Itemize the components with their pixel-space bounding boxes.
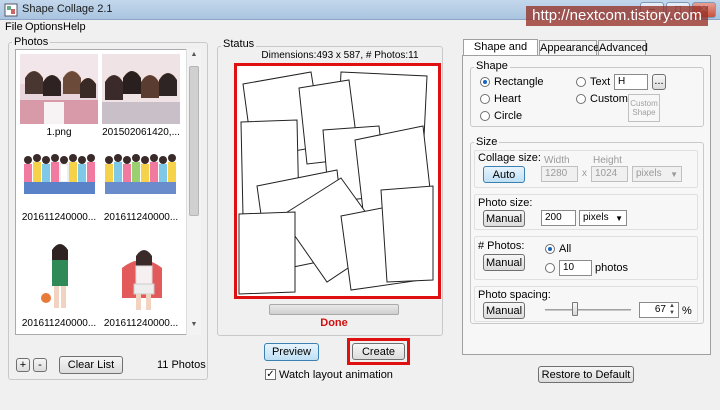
- collage-width-input[interactable]: 1280: [541, 166, 578, 182]
- photo-size-manual-button[interactable]: Manual: [483, 210, 525, 227]
- collage-height-input[interactable]: 1024: [591, 166, 628, 182]
- dimensions-text: Dimensions:493 x 587, # Photos:11: [261, 50, 419, 61]
- restore-default-button[interactable]: Restore to Default: [538, 366, 634, 383]
- num-photos-count-radio[interactable]: [545, 263, 555, 273]
- shape-circle-label: Circle: [494, 110, 523, 122]
- spacing-spinner-icon[interactable]: ▲ ▼: [669, 303, 678, 317]
- photo-thumbnail[interactable]: [20, 238, 98, 318]
- photo-label: 201611240000...: [21, 212, 97, 223]
- photo-image: [102, 150, 180, 205]
- shape-text-radio[interactable]: [576, 77, 586, 87]
- photo-image: [102, 54, 180, 124]
- app-icon: [4, 3, 18, 17]
- spacing-unit: %: [682, 305, 692, 317]
- tab-advanced[interactable]: Advanced: [598, 40, 648, 55]
- scroll-thumb[interactable]: [189, 66, 199, 216]
- custom-shape-box[interactable]: Custom Shape: [628, 94, 660, 122]
- shape-circle-radio[interactable]: [480, 111, 490, 121]
- photo-thumbnail[interactable]: [102, 150, 180, 205]
- num-photos-unit: photos: [595, 262, 629, 274]
- watch-animation-checkbox[interactable]: ✓: [265, 369, 276, 380]
- photo-image: [20, 238, 98, 318]
- num-photos-all-radio[interactable]: [545, 244, 555, 254]
- photo-list[interactable]: 1.png 201502061420,... 201611240000... 2…: [15, 49, 201, 335]
- spacing-label: Photo spacing:: [478, 289, 551, 301]
- shape-custom-radio[interactable]: [576, 94, 586, 104]
- add-photo-button[interactable]: +: [16, 358, 30, 372]
- collage-unit-value: pixels: [636, 168, 662, 179]
- create-button[interactable]: Create: [352, 343, 405, 360]
- spacing-slider-track[interactable]: [545, 309, 631, 311]
- spacing-manual-button[interactable]: Manual: [483, 302, 525, 319]
- photos-group-label: Photos: [12, 36, 51, 48]
- photo-thumbnail[interactable]: [20, 54, 98, 124]
- size-group-label: Size: [474, 136, 500, 148]
- num-photos-manual-button[interactable]: Manual: [483, 254, 525, 271]
- photo-image: [102, 238, 180, 318]
- tab-appearance[interactable]: Appearance: [539, 40, 599, 55]
- scroll-down-icon[interactable]: ▼: [189, 321, 199, 331]
- photo-image: [20, 54, 98, 124]
- photo-list-scrollbar[interactable]: ▲ ▼: [186, 49, 201, 335]
- window-title: Shape Collage 2.1: [22, 3, 113, 15]
- chevron-down-icon: ▼: [670, 170, 678, 179]
- shape-rectangle-label: Rectangle: [494, 76, 544, 88]
- photo-size-unit-value: pixels: [583, 212, 609, 223]
- collage-preview: [234, 63, 441, 299]
- chevron-down-icon: ▼: [615, 214, 623, 223]
- photo-thumbnail[interactable]: [102, 54, 180, 124]
- size-times-label: x: [582, 168, 587, 179]
- scroll-up-icon[interactable]: ▲: [189, 51, 199, 61]
- tab-shape-and-size[interactable]: Shape and Size: [463, 39, 538, 67]
- shape-heart-label: Heart: [494, 93, 521, 105]
- watermark: http://nextcom.tistory.com: [526, 6, 708, 26]
- collage-size-label: Collage size:: [478, 152, 541, 164]
- photo-size-input[interactable]: 200: [541, 210, 576, 226]
- photo-label: 201502061420,...: [102, 127, 180, 138]
- photo-size-unit-select[interactable]: pixels ▼: [579, 210, 627, 226]
- preview-button[interactable]: Preview: [264, 343, 319, 361]
- photo-thumbnail[interactable]: [20, 150, 98, 205]
- progress-bar: [269, 304, 399, 315]
- num-photos-input[interactable]: 10: [559, 260, 592, 276]
- shape-rectangle-radio[interactable]: [480, 77, 490, 87]
- shape-custom-label: Custom: [590, 93, 628, 105]
- photo-size-label: Photo size:: [478, 197, 533, 209]
- shape-group-label: Shape: [474, 60, 510, 72]
- collage-auto-button[interactable]: Auto: [483, 166, 525, 183]
- menu-help[interactable]: Help: [63, 21, 86, 33]
- menu-file[interactable]: File: [5, 21, 23, 33]
- photo-count: 11 Photos: [157, 359, 206, 371]
- num-photos-all-label: All: [559, 243, 572, 255]
- shape-text-browse-button[interactable]: ...: [652, 74, 666, 90]
- photo-label: 201611240000...: [103, 212, 179, 223]
- photo-thumbnail[interactable]: [102, 238, 180, 318]
- num-photos-label: # Photos:: [478, 240, 525, 252]
- clear-list-button[interactable]: Clear List: [59, 356, 123, 374]
- shape-text-input[interactable]: H: [614, 74, 648, 90]
- menu-options[interactable]: Options: [25, 21, 63, 33]
- width-label: Width: [544, 155, 570, 166]
- status-group-label: Status: [221, 38, 257, 50]
- spacing-slider-thumb[interactable]: [572, 302, 578, 316]
- status-done-text: Done: [320, 317, 348, 329]
- height-label: Height: [593, 155, 622, 166]
- collage-preview-shapes: [238, 71, 434, 295]
- collage-unit-select[interactable]: pixels ▼: [632, 166, 682, 182]
- watch-animation-label: Watch layout animation: [279, 369, 393, 381]
- shape-text-label: Text: [590, 76, 611, 88]
- photo-label: 1.png: [46, 127, 72, 138]
- shape-heart-radio[interactable]: [480, 94, 490, 104]
- photo-image: [20, 150, 98, 205]
- photo-label: 201611240000...: [103, 318, 179, 329]
- remove-photo-button[interactable]: -: [33, 358, 47, 372]
- photo-label: 201611240000...: [21, 318, 97, 329]
